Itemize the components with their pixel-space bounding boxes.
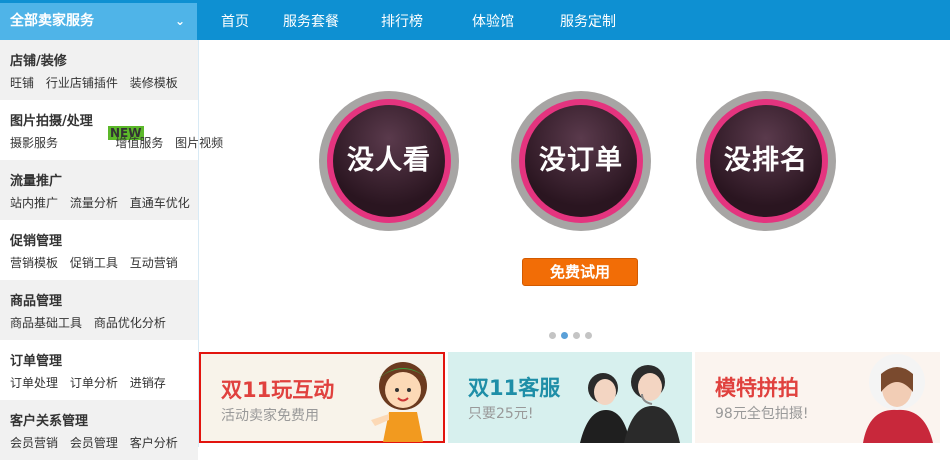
cartoon-girl-icon (371, 362, 427, 442)
carousel-dot[interactable] (573, 332, 580, 339)
model-photo-icon (863, 354, 933, 443)
hero-circle-no-ranking: 没排名 (696, 91, 836, 231)
category-link[interactable]: 营销模板 (10, 256, 58, 270)
customer-service-agents-icon (580, 365, 680, 443)
hero-circle-text: 没人看 (333, 105, 445, 217)
all-services-label: 全部卖家服务 (10, 13, 94, 29)
banner-subtitle: 98元全包拍摄! (715, 406, 809, 422)
category-products: 商品管理 商品基础工具 商品优化分析 (0, 280, 198, 340)
banner-model-photoshoot[interactable]: 模特拼拍 98元全包拍摄! (695, 352, 940, 443)
nav-experience-hall[interactable]: 体验馆 (472, 0, 514, 40)
category-photo: 图片拍摄/处理 摄影服务NEW 增值服务 图片视频 (0, 100, 223, 160)
hero-circle-no-views: 没人看 (319, 91, 459, 231)
category-link[interactable]: 装修模板 (130, 76, 178, 90)
banner-double11-customer-service[interactable]: 双11客服 只要25元! (448, 352, 692, 443)
nav-home[interactable]: 首页 (221, 0, 249, 40)
carousel-dot[interactable] (549, 332, 556, 339)
carousel-dots (549, 332, 597, 339)
banner-heading: 模特拼拍 (715, 376, 799, 400)
category-title[interactable]: 促销管理 (10, 230, 198, 250)
banner-double11-interactive[interactable]: 双11玩互动 活动卖家免费用 (199, 352, 445, 443)
category-title[interactable]: 图片拍摄/处理 (10, 110, 198, 130)
hero-circle-text: 没排名 (710, 105, 822, 217)
category-link-label: 摄影服务 (10, 136, 59, 150)
category-crm: 客户关系管理 会员营销 会员管理 客户分析 (0, 400, 198, 460)
category-link[interactable]: 进销存 (130, 376, 166, 390)
category-title[interactable]: 订单管理 (10, 350, 198, 370)
category-title[interactable]: 店铺/装修 (10, 50, 198, 70)
category-title[interactable]: 流量推广 (10, 170, 198, 190)
banner-subtitle: 活动卖家免费用 (221, 408, 319, 424)
category-title[interactable]: 商品管理 (10, 290, 198, 310)
category-link[interactable]: 商品基础工具 (10, 316, 82, 330)
nav-service-packages[interactable]: 服务套餐 (283, 0, 339, 40)
category-orders: 订单管理 订单处理 订单分析 进销存 (0, 340, 198, 400)
category-link[interactable]: 促销工具 (70, 256, 118, 270)
chevron-down-icon: ⌄ (174, 14, 185, 28)
category-link[interactable]: 行业店铺插件 (46, 76, 118, 90)
hero-circle-text: 没订单 (525, 105, 637, 217)
nav-custom-service[interactable]: 服务定制 (560, 0, 616, 40)
category-link[interactable]: 站内推广 (10, 196, 58, 210)
hero-carousel: 没人看 没订单 没排名 免费试用 双11玩互动 活动卖家免费用 双11客服 只要… (198, 40, 950, 447)
carousel-dot-active[interactable] (561, 332, 568, 339)
main-nav: 首页 服务套餐 排行榜 体验馆 服务定制 (199, 0, 616, 40)
category-link[interactable]: 商品优化分析 (94, 316, 166, 330)
banner-subtitle: 只要25元! (468, 406, 534, 422)
category-link[interactable]: 增值服务 (115, 136, 163, 150)
category-link[interactable]: 订单处理 (10, 376, 58, 390)
free-trial-button[interactable]: 免费试用 (522, 258, 638, 286)
category-link[interactable]: 客户分析 (130, 436, 178, 450)
sidebar: 店铺/装修 旺铺 行业店铺插件 装修模板 图片拍摄/处理 摄影服务NEW 增值服… (0, 40, 223, 460)
category-link[interactable]: 会员营销 (10, 436, 58, 450)
category-link[interactable]: 会员管理 (70, 436, 118, 450)
category-link[interactable]: 直通车优化 (130, 196, 190, 210)
banner-heading: 双11玩互动 (221, 378, 335, 402)
category-link[interactable]: 旺铺 (10, 76, 34, 90)
all-services-dropdown[interactable]: 全部卖家服务 ⌄ (0, 3, 197, 40)
category-promotion: 促销管理 营销模板 促销工具 互动营销 (0, 220, 198, 280)
category-store-decoration: 店铺/装修 旺铺 行业店铺插件 装修模板 (0, 40, 198, 100)
category-traffic: 流量推广 站内推广 流量分析 直通车优化 (0, 160, 198, 220)
category-title[interactable]: 客户关系管理 (10, 410, 198, 430)
category-link[interactable]: 流量分析 (70, 196, 118, 210)
category-link[interactable]: 摄影服务NEW (10, 126, 144, 150)
category-link[interactable]: 订单分析 (70, 376, 118, 390)
carousel-dot[interactable] (585, 332, 592, 339)
nav-rankings[interactable]: 排行榜 (381, 0, 423, 40)
banner-heading: 双11客服 (468, 376, 561, 400)
category-link[interactable]: 互动营销 (130, 256, 178, 270)
hero-circle-no-orders: 没订单 (511, 91, 651, 231)
